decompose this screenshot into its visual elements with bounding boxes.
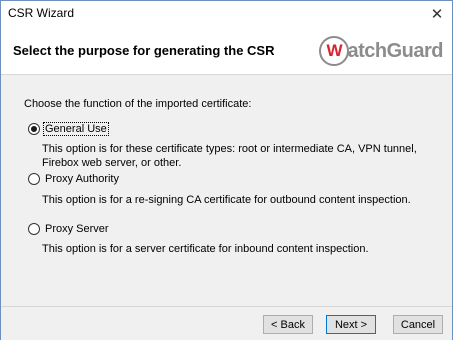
watchguard-logo: W atchGuard — [319, 33, 443, 69]
close-button[interactable]: ✕ — [422, 1, 452, 27]
proxy-server-description: This option is for a server certificate … — [42, 243, 369, 255]
general-use-label[interactable]: General Use — [43, 122, 109, 136]
window-title: CSR Wizard — [8, 6, 75, 20]
logo-w-mark: W — [319, 36, 350, 66]
logo-wordmark: atchGuard — [347, 39, 443, 62]
option-general-use[interactable]: General Use — [28, 122, 109, 136]
title-bar: CSR Wizard ✕ — [1, 1, 452, 27]
next-button[interactable]: Next > — [326, 315, 376, 334]
page-title: Select the purpose for generating the CS… — [13, 43, 275, 58]
wizard-header: Select the purpose for generating the CS… — [1, 27, 452, 75]
general-use-description: This option is for these certificate typ… — [42, 143, 417, 169]
option-proxy-authority[interactable]: Proxy Authority — [28, 173, 120, 185]
cancel-button[interactable]: Cancel — [393, 315, 443, 334]
close-icon: ✕ — [430, 6, 444, 23]
proxy-server-label[interactable]: Proxy Server — [44, 223, 110, 235]
wizard-content: Choose the function of the imported cert… — [1, 75, 452, 305]
proxy-authority-radio[interactable] — [28, 173, 40, 185]
function-prompt: Choose the function of the imported cert… — [24, 98, 252, 110]
option-proxy-server[interactable]: Proxy Server — [28, 223, 110, 235]
general-use-radio[interactable] — [28, 123, 40, 135]
csr-wizard-window: CSR Wizard ✕ Select the purpose for gene… — [0, 0, 453, 340]
proxy-server-radio[interactable] — [28, 223, 40, 235]
back-button[interactable]: < Back — [263, 315, 313, 334]
proxy-authority-description: This option is for a re-signing CA certi… — [42, 194, 411, 206]
proxy-authority-label[interactable]: Proxy Authority — [44, 173, 120, 185]
wizard-footer: < Back Next > Cancel — [1, 306, 452, 340]
